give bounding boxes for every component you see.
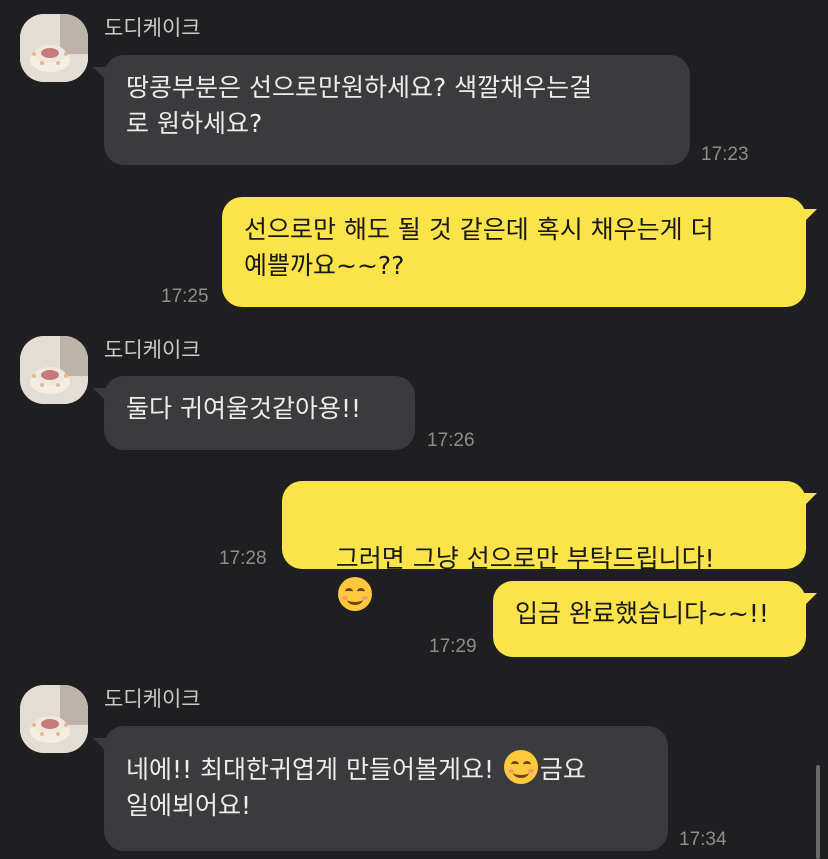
sender-avatar[interactable] <box>20 336 88 404</box>
message-time: 17:26 <box>427 430 475 451</box>
chat-room: 도디케이크 땅콩부분은 선으로만원하세요? 색깔채우는걸 로 원하세요? 17:… <box>0 0 828 859</box>
cake-photo-icon <box>20 685 88 753</box>
cake-photo-icon <box>20 14 88 82</box>
message-time: 17:34 <box>679 829 727 850</box>
smiling-face-icon <box>503 750 538 784</box>
message-text: 네에!! 최대한귀엽게 만들어볼게요! <box>126 755 494 784</box>
message-text: 그러면 그냥 선으로만 부탁드립니다! <box>335 544 715 573</box>
message-bubble-incoming[interactable]: 둘다 귀여울것같아용!! <box>93 376 415 450</box>
scrollbar[interactable] <box>816 765 820 859</box>
message-bubble-outgoing[interactable]: 입금 완료했습니다~~!! <box>493 581 817 657</box>
sender-name: 도디케이크 <box>104 16 201 40</box>
sender-avatar[interactable] <box>20 14 88 82</box>
message-bubble-outgoing[interactable]: 그러면 그냥 선으로만 부탁드립니다! <box>282 481 817 611</box>
smiling-face-icon <box>337 577 372 611</box>
message-time: 17:29 <box>429 636 477 657</box>
message-time: 17:25 <box>161 286 209 307</box>
sender-avatar[interactable] <box>20 685 88 753</box>
message-time: 17:28 <box>219 548 267 569</box>
message-time: 17:23 <box>701 144 749 165</box>
message-bubble-incoming[interactable]: 땅콩부분은 선으로만원하세요? 색깔채우는걸 로 원하세요? <box>93 55 690 165</box>
message-bubble-incoming[interactable]: 네에!! 최대한귀엽게 만들어볼게요! 금요 일에뵈어요! <box>93 726 668 851</box>
sender-name: 도디케이크 <box>104 338 201 362</box>
message-bubble-outgoing[interactable]: 선으로만 해도 될 것 같은데 혹시 채우는게 더 예쁠까요~~?? <box>222 197 817 307</box>
cake-photo-icon <box>20 336 88 404</box>
sender-name: 도디케이크 <box>104 687 201 711</box>
